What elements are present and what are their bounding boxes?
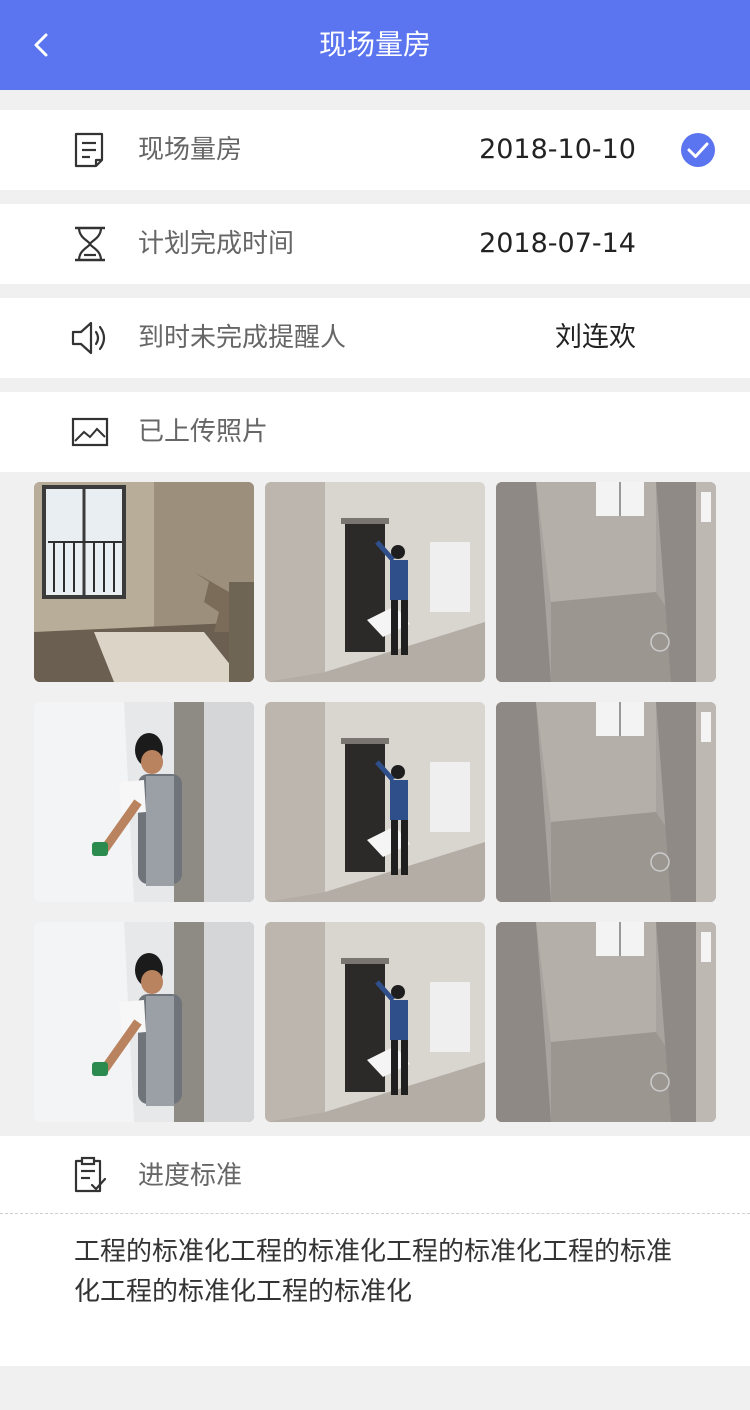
photo-grid — [0, 472, 750, 1136]
page-title: 现场量房 — [318, 28, 431, 61]
standard-label: 进度标准 — [138, 1161, 243, 1191]
speaker-icon — [71, 321, 106, 355]
photo-thumbnail[interactable] — [34, 482, 254, 682]
checked-icon[interactable] — [680, 132, 716, 168]
standard-header: 进度标准 — [0, 1136, 750, 1214]
reminder-label: 到时未完成提醒人 — [138, 323, 347, 353]
clipboard-check-icon — [74, 1156, 107, 1193]
plan-row: 计划完成时间 2018-07-14 — [0, 204, 750, 284]
image-icon — [71, 417, 109, 447]
nav-bar: 现场量房 — [0, 0, 750, 90]
photo-thumbnail[interactable] — [34, 922, 254, 1122]
photo-thumbnail[interactable] — [265, 702, 485, 902]
measure-date: 2018-10-10 — [479, 134, 636, 165]
reminder-person[interactable]: 刘连欢 — [555, 298, 636, 378]
plan-date: 2018-07-14 — [479, 228, 636, 259]
plan-label: 计划完成时间 — [138, 229, 295, 259]
hourglass-icon — [75, 226, 105, 262]
photos-header: 已上传照片 — [0, 392, 750, 472]
measure-row[interactable]: 现场量房 2018-10-10 — [0, 110, 750, 190]
photo-thumbnail[interactable] — [496, 702, 716, 902]
photo-thumbnail[interactable] — [265, 482, 485, 682]
standard-body: 工程的标准化工程的标准化工程的标准化工程的标准化工程的标准化工程的标准化 — [0, 1214, 750, 1366]
photo-thumbnail[interactable] — [496, 482, 716, 682]
photo-thumbnail[interactable] — [265, 922, 485, 1122]
photo-thumbnail[interactable] — [34, 702, 254, 902]
document-icon — [74, 132, 104, 168]
standard-text: 工程的标准化工程的标准化工程的标准化工程的标准化工程的标准化工程的标准化 — [74, 1237, 673, 1307]
measure-label: 现场量房 — [138, 135, 243, 165]
photos-label: 已上传照片 — [138, 417, 269, 447]
photo-thumbnail[interactable] — [496, 922, 716, 1122]
reminder-row[interactable]: 到时未完成提醒人 刘连欢 — [0, 298, 750, 378]
